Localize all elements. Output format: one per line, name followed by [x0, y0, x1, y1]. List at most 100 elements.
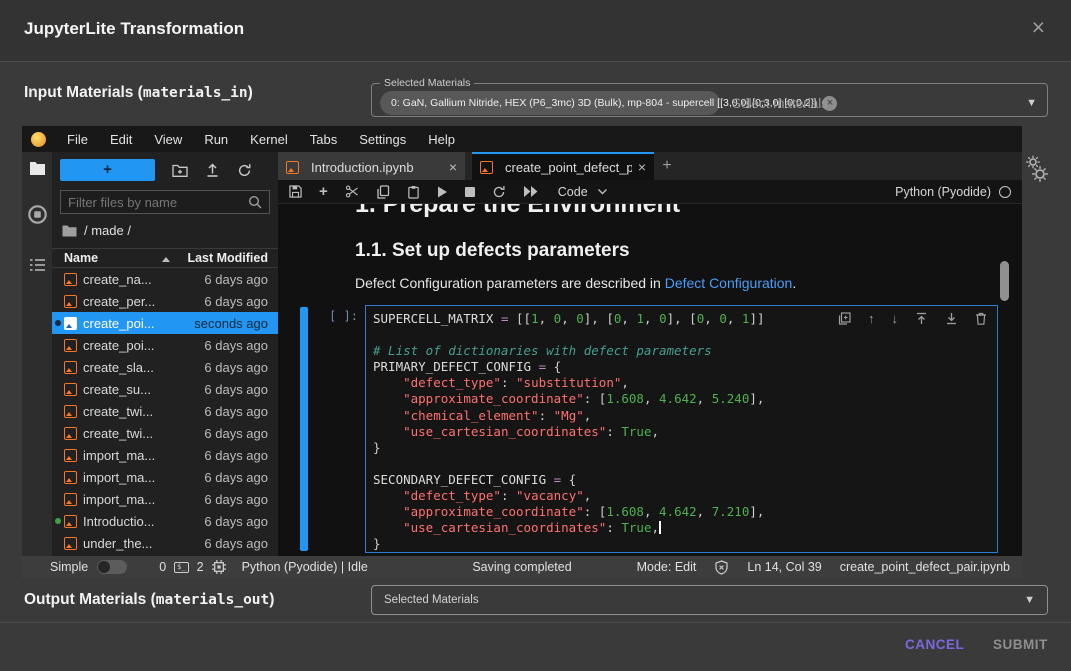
- stop-kernel-icon[interactable]: [465, 187, 475, 197]
- kernel-indicator[interactable]: Python (Pyodide): [895, 185, 1011, 199]
- terminal-icon[interactable]: $_: [174, 562, 188, 573]
- table-of-contents-icon[interactable]: [29, 258, 46, 277]
- menu-help[interactable]: Help: [417, 132, 466, 147]
- cell-collapser[interactable]: [300, 307, 308, 551]
- column-name[interactable]: Name: [64, 251, 98, 265]
- menu-edit[interactable]: Edit: [99, 132, 143, 147]
- file-list-header[interactable]: Name Last Modified: [52, 248, 278, 268]
- cell-editor[interactable]: SUPERCELL_MATRIX = [[1, 0, 0], [0, 1, 0]…: [365, 305, 998, 553]
- code-line: "use_cartesian_coordinates": True,: [373, 424, 997, 440]
- tab-close-icon[interactable]: ×: [449, 159, 457, 175]
- file-row[interactable]: create_per...6 days ago: [52, 290, 278, 312]
- insert-cell-icon[interactable]: +: [319, 183, 328, 200]
- toggle-knob: [98, 561, 110, 573]
- filter-files-input[interactable]: [68, 195, 248, 210]
- simple-mode-toggle[interactable]: [97, 560, 127, 574]
- output-label-suffix: ): [269, 591, 274, 608]
- file-row[interactable]: create_sla...6 days ago: [52, 356, 278, 378]
- material-chip[interactable]: 0: GaN, Gallium Nitride, HEX (P6_3mc) 3D…: [380, 91, 720, 115]
- save-icon[interactable]: [289, 185, 302, 198]
- file-row[interactable]: import_ma...6 days ago: [52, 466, 278, 488]
- mode-indicator[interactable]: Mode: Edit: [637, 560, 697, 574]
- delete-cell-icon[interactable]: [975, 312, 987, 325]
- new-tab-button[interactable]: +: [654, 152, 680, 180]
- tab-bar: Introduction.ipynb × create_point_defect…: [278, 152, 1022, 180]
- markdown-paragraph: Defect Configuration parameters are desc…: [355, 275, 1022, 291]
- breadcrumb[interactable]: / made /: [62, 223, 270, 238]
- menu-items: FileEditViewRunKernelTabsSettingsHelp: [56, 132, 466, 147]
- status-bar: Simple 0 $_ 2 Python (Pyodide) | Idle Sa…: [22, 556, 1022, 578]
- menu-run[interactable]: Run: [193, 132, 239, 147]
- file-name: import_ma...: [83, 470, 204, 485]
- restart-run-all-icon[interactable]: [523, 186, 538, 197]
- cell-toolbar: ↑ ↓: [838, 312, 987, 325]
- cancel-button[interactable]: CANCEL: [905, 637, 964, 652]
- file-row[interactable]: create_poi...seconds ago: [52, 312, 278, 334]
- dialog-header: JupyterLite Transformation ×: [0, 0, 1071, 62]
- move-cell-up-icon[interactable]: ↑: [868, 312, 875, 325]
- jupyterlite-logo-icon[interactable]: [31, 132, 46, 147]
- menu-kernel[interactable]: Kernel: [239, 132, 299, 147]
- file-row[interactable]: Introductio...6 days ago: [52, 510, 278, 532]
- tab-introduction[interactable]: Introduction.ipynb ×: [278, 152, 465, 180]
- menu-settings[interactable]: Settings: [348, 132, 417, 147]
- column-last-modified[interactable]: Last Modified: [187, 251, 268, 265]
- output-materials-select[interactable]: Selected Materials ▼: [371, 585, 1048, 615]
- menu-tabs[interactable]: Tabs: [299, 132, 348, 147]
- chevron-down-icon[interactable]: ▼: [1026, 97, 1037, 109]
- cursor-position[interactable]: Ln 14, Col 39: [747, 560, 821, 574]
- notebook-file-icon: [64, 273, 77, 286]
- scrollbar-thumb[interactable]: [1000, 261, 1009, 301]
- file-dot-placeholder: [55, 386, 61, 392]
- cell-type-dropdown[interactable]: Code: [558, 185, 608, 199]
- file-row[interactable]: create_su...6 days ago: [52, 378, 278, 400]
- submit-button[interactable]: SUBMIT: [993, 637, 1048, 652]
- chip-icon[interactable]: [212, 560, 226, 574]
- not-trusted-shield-icon[interactable]: [714, 560, 729, 575]
- file-modified: 6 days ago: [204, 536, 268, 551]
- restart-kernel-icon[interactable]: [492, 185, 506, 199]
- cut-cells-icon[interactable]: [345, 185, 359, 198]
- file-row[interactable]: create_poi...6 days ago: [52, 334, 278, 356]
- file-name: create_twi...: [83, 426, 204, 441]
- output-label-code: materials_out: [156, 592, 270, 608]
- file-row[interactable]: create_twi...6 days ago: [52, 422, 278, 444]
- jupyter-menubar: FileEditViewRunKernelTabsSettingsHelp: [22, 126, 1022, 152]
- file-list: create_na...6 days agocreate_per...6 day…: [52, 268, 278, 556]
- file-browser-icon[interactable]: [29, 161, 46, 181]
- running-sessions-icon[interactable]: [27, 204, 48, 230]
- tab-label: Introduction.ipynb: [311, 160, 443, 175]
- kernel-status[interactable]: Python (Pyodide) | Idle: [242, 560, 368, 574]
- refresh-icon[interactable]: [237, 163, 252, 178]
- close-icon[interactable]: ×: [1032, 16, 1045, 39]
- file-row[interactable]: create_na...6 days ago: [52, 268, 278, 290]
- duplicate-cell-icon[interactable]: [838, 312, 851, 325]
- select-materials-placeholder[interactable]: Select materials: [732, 96, 828, 111]
- file-name: create_sla...: [83, 360, 204, 375]
- file-dot-placeholder: [55, 298, 61, 304]
- file-name: create_poi...: [83, 338, 204, 353]
- paste-cells-icon[interactable]: [407, 185, 420, 199]
- file-row[interactable]: under_the...6 days ago: [52, 532, 278, 554]
- tab-close-icon[interactable]: ×: [638, 159, 646, 175]
- upload-icon[interactable]: [205, 162, 220, 178]
- menu-view[interactable]: View: [143, 132, 193, 147]
- insert-cell-above-icon[interactable]: [915, 312, 928, 325]
- defect-configuration-link[interactable]: Defect Configuration: [665, 275, 793, 291]
- breadcrumb-path: / made /: [84, 223, 131, 238]
- new-folder-icon[interactable]: [172, 163, 188, 178]
- new-launcher-button[interactable]: +: [60, 159, 155, 181]
- file-row[interactable]: create_twi...6 days ago: [52, 400, 278, 422]
- run-cell-icon[interactable]: [437, 186, 448, 198]
- move-cell-down-icon[interactable]: ↓: [892, 312, 899, 325]
- file-name: create_twi...: [83, 404, 204, 419]
- file-row[interactable]: import_ma...6 days ago: [52, 444, 278, 466]
- cell-prompt: [ ]:: [308, 305, 365, 553]
- tab-create-point-defect-pair[interactable]: create_point_defect_pair.ip ×: [472, 152, 654, 180]
- copy-cells-icon[interactable]: [376, 185, 390, 199]
- file-row[interactable]: import_ma...6 days ago: [52, 488, 278, 510]
- insert-cell-below-icon[interactable]: [945, 312, 958, 325]
- file-modified: 6 days ago: [204, 448, 268, 463]
- settings-gears-icon[interactable]: [1025, 155, 1049, 188]
- menu-file[interactable]: File: [56, 132, 99, 147]
